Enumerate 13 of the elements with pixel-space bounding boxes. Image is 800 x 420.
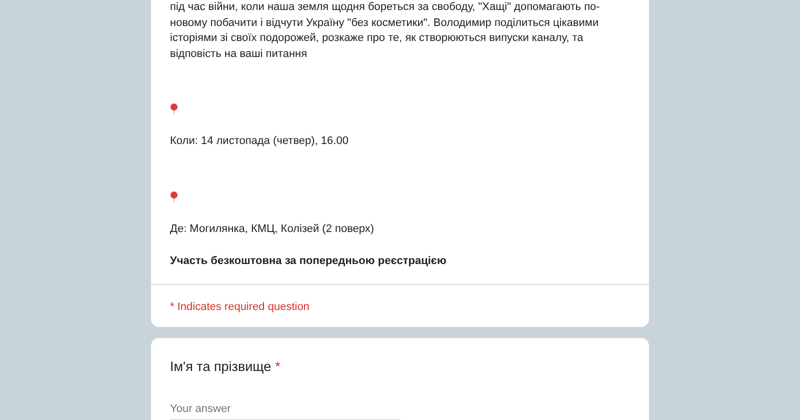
description-text: історіями зі своїх подорожей, розкаже про те, як створюються випуски каналу, та [170,31,584,46]
registration-note: Участь безкоштовна за попередньою реєстрацією [170,255,446,267]
event-detail: Коли: 14 листопада (четвер), 16.00 [170,135,348,147]
pin-icon [170,190,178,204]
pin-icon [170,103,178,116]
question-title: Ім'я та прізвище [170,358,272,374]
event-detail: Де: Могилянка, КМЦ, Колізей (2 поверх) [170,222,374,234]
answer-field[interactable]: Your answer [170,400,400,420]
description-text: під час війни, коли наша земля щодня бореться за свободу, "Хащі" допомагають по- [170,0,601,15]
required-note: * Indicates required question [170,300,310,312]
required-mark: * [275,358,280,374]
description-text: відповість на ваші питання [170,46,308,62]
description-text: новому побачити і відчути Україну "без косметики". Володимир поділиться цікавими [170,16,600,30]
